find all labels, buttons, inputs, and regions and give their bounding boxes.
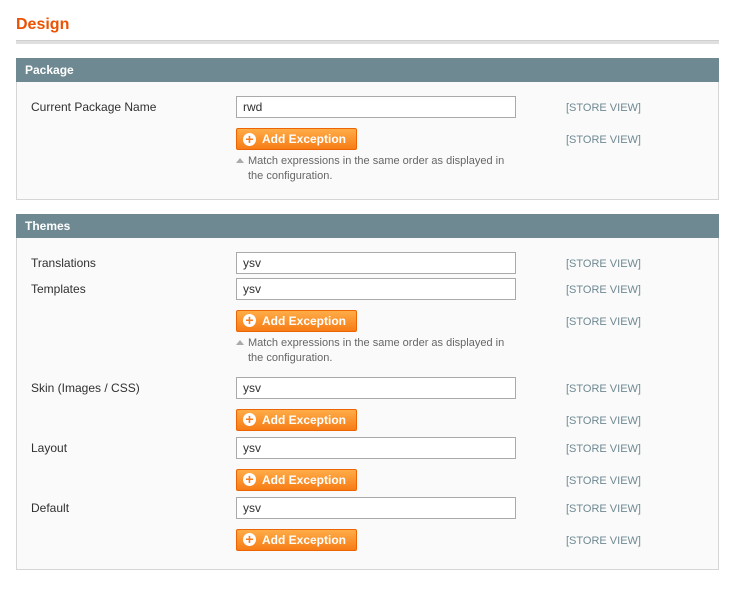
default-input[interactable] [236, 497, 516, 519]
field-label: Layout [31, 437, 236, 455]
field-row-templates-exception: + Add Exception [STORE VIEW] [31, 304, 704, 332]
field-row-templates: Templates [STORE VIEW] [31, 278, 704, 300]
add-exception-button[interactable]: + Add Exception [236, 529, 357, 551]
page-title: Design [16, 16, 719, 34]
plus-circle-icon: + [243, 533, 256, 546]
button-label: Add Exception [262, 132, 346, 146]
button-label: Add Exception [262, 533, 346, 547]
field-label: Skin (Images / CSS) [31, 377, 236, 395]
scope-label: [STORE VIEW] [566, 134, 641, 146]
fieldset-package: Current Package Name [STORE VIEW] + Add … [16, 82, 719, 200]
scope-label: [STORE VIEW] [566, 535, 641, 547]
field-row-layout-exception: + Add Exception [STORE VIEW] [31, 463, 704, 491]
field-label: Translations [31, 252, 236, 270]
fieldset-header-package: Package [16, 58, 719, 82]
button-label: Add Exception [262, 314, 346, 328]
layout-input[interactable] [236, 437, 516, 459]
translations-input[interactable] [236, 252, 516, 274]
button-label: Add Exception [262, 473, 346, 487]
scope-label: [STORE VIEW] [566, 475, 641, 487]
plus-circle-icon: + [243, 133, 256, 146]
field-note: Match expressions in the same order as d… [236, 336, 516, 367]
scope-label: [STORE VIEW] [566, 503, 641, 515]
add-exception-button[interactable]: + Add Exception [236, 409, 357, 431]
scope-label: [STORE VIEW] [566, 258, 641, 270]
add-exception-button[interactable]: + Add Exception [236, 128, 357, 150]
scope-label: [STORE VIEW] [566, 443, 641, 455]
field-label: Templates [31, 278, 236, 296]
plus-circle-icon: + [243, 314, 256, 327]
field-label: Default [31, 497, 236, 515]
plus-circle-icon: + [243, 413, 256, 426]
field-row-default: Default [STORE VIEW] [31, 497, 704, 519]
field-row-translations: Translations [STORE VIEW] [31, 252, 704, 274]
scope-label: [STORE VIEW] [566, 316, 641, 328]
add-exception-button[interactable]: + Add Exception [236, 310, 357, 332]
templates-input[interactable] [236, 278, 516, 300]
field-label: Current Package Name [31, 96, 236, 114]
fieldset-themes: Translations [STORE VIEW] Templates [STO… [16, 238, 719, 570]
plus-circle-icon: + [243, 473, 256, 486]
field-row-current-package-name: Current Package Name [STORE VIEW] [31, 96, 704, 118]
scope-label: [STORE VIEW] [566, 383, 641, 395]
scope-label: [STORE VIEW] [566, 284, 641, 296]
skin-input[interactable] [236, 377, 516, 399]
field-row-layout: Layout [STORE VIEW] [31, 437, 704, 459]
current-package-name-input[interactable] [236, 96, 516, 118]
scope-label: [STORE VIEW] [566, 102, 641, 114]
fieldset-header-themes: Themes [16, 214, 719, 238]
title-divider [16, 40, 719, 44]
field-row-package-exception: + Add Exception [STORE VIEW] [31, 122, 704, 150]
scope-label: [STORE VIEW] [566, 415, 641, 427]
add-exception-button[interactable]: + Add Exception [236, 469, 357, 491]
field-row-default-exception: + Add Exception [STORE VIEW] [31, 523, 704, 551]
field-row-skin: Skin (Images / CSS) [STORE VIEW] [31, 377, 704, 399]
button-label: Add Exception [262, 413, 346, 427]
field-note: Match expressions in the same order as d… [236, 154, 516, 185]
field-row-skin-exception: + Add Exception [STORE VIEW] [31, 403, 704, 431]
